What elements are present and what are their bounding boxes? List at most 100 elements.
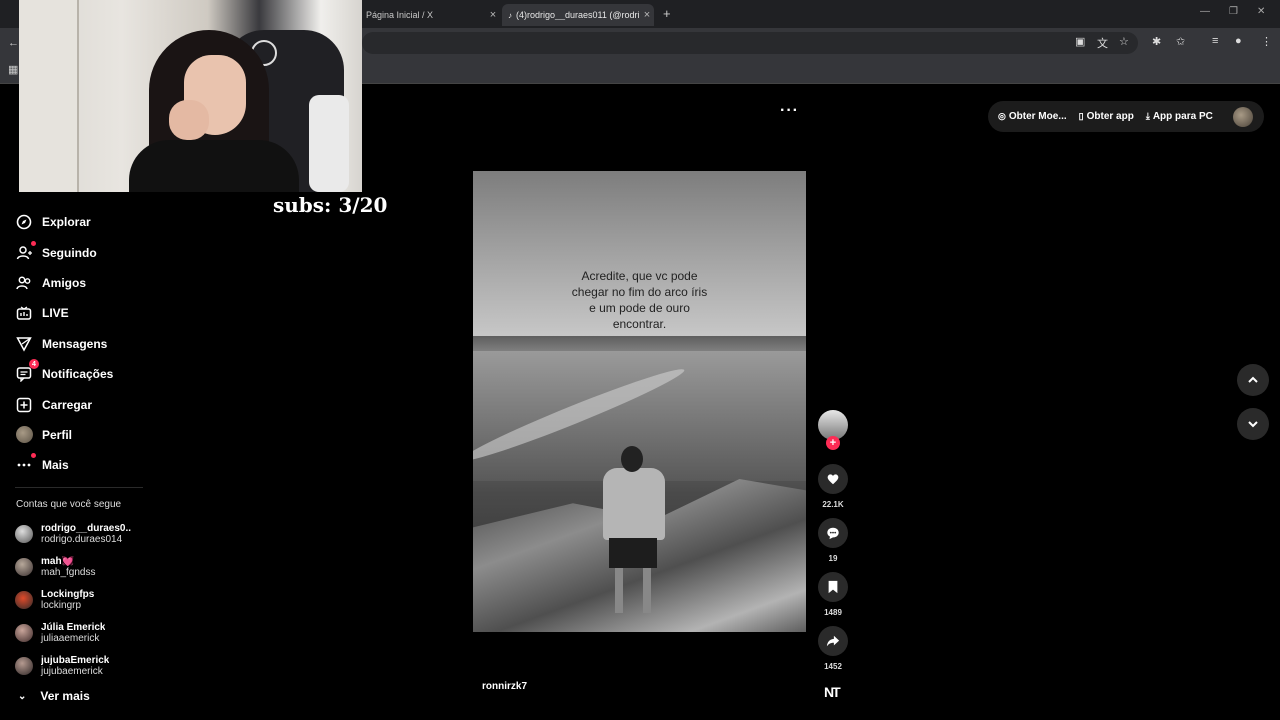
download-icon: ⤓ <box>1145 111 1150 121</box>
see-more-label: Ver mais <box>40 689 90 703</box>
account-name: rodrigo__duraes0... <box>41 522 131 534</box>
video-caption: Acredite, que vc pode chegar no fim do a… <box>571 269 708 331</box>
sidebar-item-perfil[interactable]: Perfil <box>15 420 165 450</box>
back-icon[interactable]: ← <box>8 37 19 49</box>
sidebar-item-carregar[interactable]: Carregar <box>15 389 165 419</box>
bookmark-star-icon[interactable]: ☆ <box>1119 35 1129 48</box>
tab-tiktok[interactable]: ♪ (4)rodrigo__duraes011 (@rodri × <box>502 4 654 26</box>
cast-icon[interactable]: ▣ <box>1075 35 1085 48</box>
app-pc-button[interactable]: ⤓ App para PC <box>1146 111 1213 122</box>
translate-icon[interactable]: 文 <box>1097 35 1108 51</box>
get-coins-button[interactable]: ◎ Obter Moe... <box>998 111 1067 122</box>
get-app-button[interactable]: ▯ Obter app <box>1079 111 1134 122</box>
avatar[interactable] <box>1233 107 1253 127</box>
comment-button[interactable] <box>818 518 848 548</box>
notification-badge: 4 <box>29 359 39 370</box>
sidebar-item-seguindo[interactable]: Seguindo <box>15 237 165 267</box>
sidebar-item-label: Seguindo <box>42 245 97 260</box>
account-name: Júlia Emerick <box>41 622 106 634</box>
sidebar-item-explorar[interactable]: Explorar <box>15 207 165 237</box>
account-username: rodrigo.duraes014 <box>41 533 123 545</box>
list-item[interactable]: jujubaEmerick jujubaemerick <box>15 650 165 683</box>
sidebar-item-label: LIVE <box>42 306 69 321</box>
webcam-chair-side <box>309 95 349 192</box>
share-icon <box>826 635 840 647</box>
more-options-icon[interactable]: ··· <box>780 102 799 120</box>
avatar <box>15 657 33 676</box>
messages-icon <box>15 335 33 353</box>
favorites-icon[interactable]: ✩ <box>1176 35 1185 48</box>
notification-dot <box>31 453 36 459</box>
list-item[interactable]: Júlia Emerick juliaaemerick <box>15 617 165 650</box>
person-shirt <box>603 468 665 540</box>
next-video-button[interactable] <box>1237 408 1269 440</box>
sidebar-item-label: Amigos <box>42 275 87 290</box>
app-pc-label: App para PC <box>1152 111 1213 122</box>
share-button[interactable] <box>818 626 848 656</box>
account-name: Lockingfps <box>41 588 95 600</box>
avatar <box>15 590 33 609</box>
person-shorts <box>609 538 657 568</box>
profile-avatar <box>15 426 33 444</box>
extension-icon[interactable]: ✱ <box>1152 35 1161 48</box>
close-icon[interactable]: × <box>486 9 500 21</box>
close-window-icon[interactable]: ✕ <box>1257 6 1265 17</box>
following-section-title: Contas que você segue <box>16 499 122 510</box>
chevron-down-icon <box>1248 421 1258 428</box>
account-username: juliaaemerick <box>41 633 100 645</box>
following-icon <box>15 240 36 262</box>
previous-video-button[interactable] <box>1237 364 1269 396</box>
coin-icon: ◎ <box>998 111 1006 121</box>
menu-icon[interactable]: ⋮ <box>1261 35 1272 48</box>
upload-icon <box>15 396 33 414</box>
screen: Página Inicial / X × ♪ (4)rodrigo__durae… <box>0 0 1280 720</box>
profile-icon[interactable]: ● <box>1235 35 1242 47</box>
url-field[interactable] <box>362 32 1138 54</box>
like-button[interactable] <box>818 464 848 494</box>
see-more-button[interactable]: ⌄ Ver mais <box>18 689 90 703</box>
sidebar-item-label: Carregar <box>42 397 93 412</box>
close-icon[interactable]: × <box>640 9 654 21</box>
share-count: 1452 <box>824 662 842 671</box>
media-icon[interactable]: ≡ <box>1212 35 1218 47</box>
friends-icon <box>15 274 33 292</box>
get-coins-label: Obter Moe... <box>1008 111 1067 122</box>
save-button[interactable] <box>818 572 848 602</box>
list-item[interactable]: rodrigo__duraes0... rodrigo.duraes014 <box>15 517 165 550</box>
person-head <box>621 446 643 472</box>
sidebar-item-amigos[interactable]: Amigos <box>15 268 165 298</box>
video-author[interactable]: ronnirzk7 <box>482 681 527 692</box>
sidebar-item-live[interactable]: LIVE <box>15 298 165 328</box>
comment-icon <box>827 527 839 540</box>
account-name: mah💓 <box>41 555 75 567</box>
list-item[interactable]: Lockingfps lockingrp <box>15 583 165 616</box>
compass-icon <box>15 213 33 231</box>
divider <box>15 487 143 488</box>
sidebar-item-mais[interactable]: Mais <box>15 450 165 480</box>
sidebar-item-label: Mais <box>42 458 69 473</box>
sidebar-item-mensagens[interactable]: Mensagens <box>15 329 165 359</box>
minimize-icon[interactable]: — <box>1200 6 1210 17</box>
avatar <box>15 624 33 643</box>
get-app-label: Obter app <box>1086 111 1134 122</box>
comment-count: 19 <box>828 554 838 563</box>
restore-icon[interactable]: ❐ <box>1229 6 1238 17</box>
list-item[interactable]: mah💓 mah_fgndss <box>15 550 165 583</box>
new-tab-icon[interactable]: + <box>663 6 671 21</box>
sidebar-item-label: Perfil <box>42 427 73 442</box>
more-icon <box>15 453 36 474</box>
sidebar-item-notificacoes[interactable]: 4 Notificações <box>15 359 165 389</box>
follow-plus-icon[interactable]: + <box>826 436 840 450</box>
tab-title: Página Inicial / X <box>366 10 434 20</box>
live-icon <box>15 304 33 322</box>
notifications-icon: 4 <box>15 359 39 383</box>
phone-icon: ▯ <box>1078 111 1084 121</box>
header-actions: ◎ Obter Moe... ▯ Obter app ⤓ App para PC <box>988 101 1264 132</box>
video-player[interactable]: Acredite, que vc pode chegar no fim do a… <box>473 171 806 632</box>
heart-icon <box>827 474 839 485</box>
tab-x-home[interactable]: Página Inicial / X × <box>362 4 500 26</box>
sidebar-item-label: Mensagens <box>42 336 108 351</box>
save-count: 1489 <box>824 608 842 617</box>
music-disc-icon[interactable]: NT <box>824 684 841 700</box>
apps-grid-icon[interactable]: ▦ <box>8 63 18 76</box>
